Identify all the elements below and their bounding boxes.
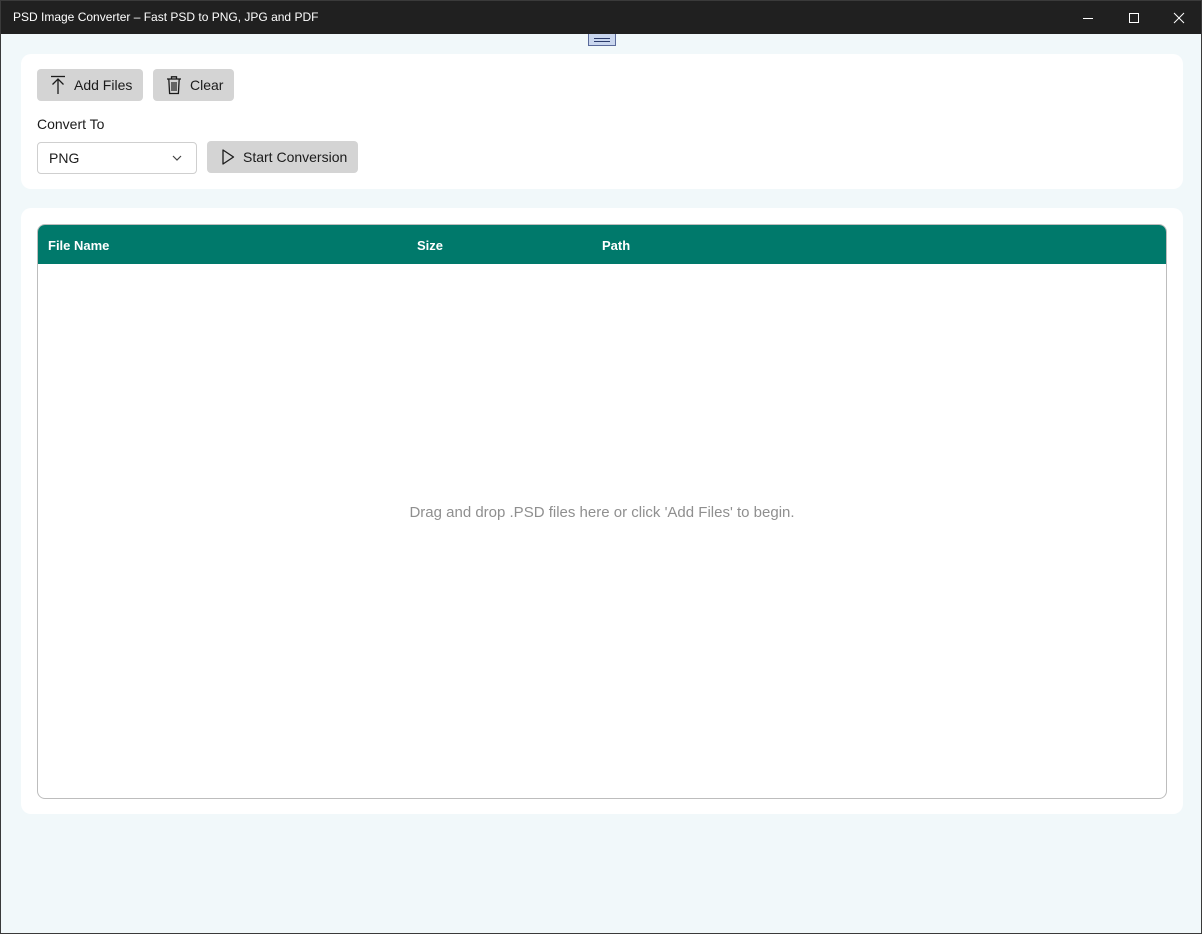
chevron-down-icon [172,155,182,161]
minimize-icon [1083,17,1093,19]
play-icon [221,148,235,166]
trash-icon [165,75,183,95]
column-header-path[interactable]: Path [602,238,630,253]
window-title: PSD Image Converter – Fast PSD to PNG, J… [13,10,319,24]
maximize-button[interactable] [1111,1,1157,34]
clear-button[interactable]: Clear [153,69,234,101]
convert-to-label: Convert To [37,116,105,132]
maximize-icon [1129,12,1139,23]
title-bar[interactable]: PSD Image Converter – Fast PSD to PNG, J… [1,1,1201,34]
column-header-file-name[interactable]: File Name [48,238,109,253]
file-list-panel: File Name Size Path Drag and drop .PSD f… [21,208,1183,814]
minimize-button[interactable] [1065,1,1111,34]
column-header-size[interactable]: Size [417,238,443,253]
close-button[interactable] [1156,1,1201,34]
app-window: PSD Image Converter – Fast PSD to PNG, J… [0,0,1202,934]
upload-arrow-icon [49,75,67,95]
drag-grip-handle[interactable] [588,34,616,46]
toolbar-panel: Add Files Clear Convert To PNG Start Con… [21,54,1183,189]
format-select[interactable]: PNG [37,142,197,174]
add-files-label: Add Files [74,77,133,93]
add-files-button[interactable]: Add Files [37,69,143,101]
close-icon [1173,12,1185,23]
start-conversion-button[interactable]: Start Conversion [207,141,358,173]
grid-header: File Name Size Path [38,225,1166,264]
empty-state-message: Drag and drop .PSD files here or click '… [409,504,795,521]
clear-label: Clear [190,77,224,93]
start-conversion-label: Start Conversion [243,149,348,165]
file-grid[interactable]: File Name Size Path Drag and drop .PSD f… [37,224,1167,799]
format-select-value: PNG [49,150,80,166]
